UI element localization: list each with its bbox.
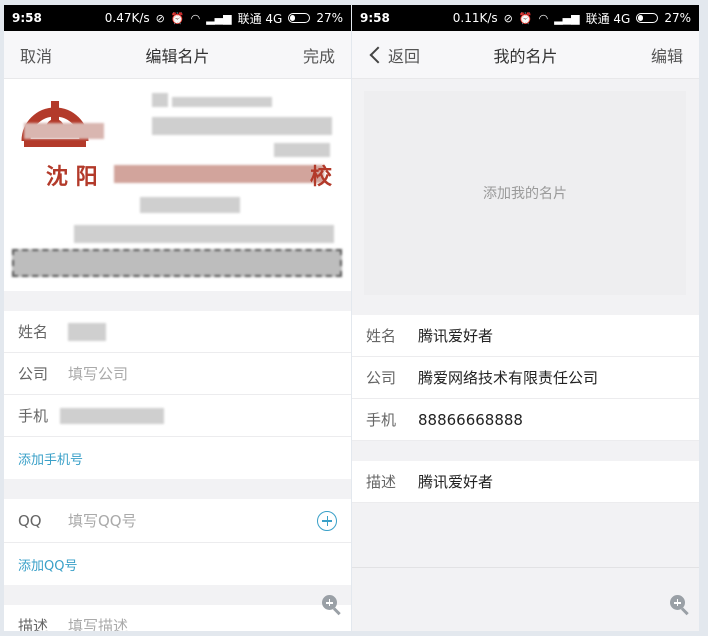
- carrier: 联通 4G: [237, 11, 283, 26]
- network-speed: 0.47K/s: [104, 11, 150, 25]
- description-input[interactable]: 填写描述: [68, 615, 128, 631]
- divider: [4, 479, 351, 499]
- divider: [352, 567, 699, 568]
- phone-value[interactable]: 88866668888: [418, 411, 523, 429]
- carrier: 联通 4G: [585, 11, 631, 26]
- battery-icon: [636, 13, 659, 23]
- add-card-label: 添加我的名片: [483, 186, 567, 202]
- network-speed: 0.11K/s: [452, 11, 498, 25]
- name-label: 姓名: [18, 323, 49, 341]
- qq-row[interactable]: QQ 填写QQ号: [4, 499, 351, 543]
- description-label: 描述: [366, 473, 397, 491]
- wifi-icon: ◠: [190, 11, 201, 25]
- add-qq-plus-icon[interactable]: [317, 510, 337, 531]
- done-button[interactable]: 完成: [303, 43, 335, 67]
- add-qq-link[interactable]: 添加QQ号: [4, 543, 351, 585]
- wifi-icon: ◠: [538, 11, 549, 25]
- name-row[interactable]: 姓名: [4, 311, 351, 353]
- my-card-screen: 9:58 0.11K/s ⊘ ⏰ ◠ ▂▄▆ 联通 4G 27% 返回 我的名片…: [352, 5, 699, 631]
- phone-value-redacted[interactable]: [60, 407, 164, 424]
- name-row: 姓名 腾讯爱好者: [352, 315, 699, 357]
- company-input[interactable]: 填写公司: [68, 363, 128, 384]
- battery-level: 27%: [316, 11, 343, 25]
- qq-label: QQ: [18, 511, 42, 530]
- qq-input[interactable]: 填写QQ号: [68, 510, 137, 531]
- company-label: 公司: [366, 369, 397, 387]
- add-phone-link[interactable]: 添加手机号: [4, 437, 351, 479]
- business-card-image[interactable]: 沈 阳 校: [4, 79, 351, 291]
- chevron-left-icon: [369, 46, 387, 63]
- cancel-button[interactable]: 取消: [20, 43, 52, 67]
- phone-row: 手机 88866668888: [352, 399, 699, 441]
- edit-form: 姓名 公司 填写公司 手机 添加手机号 QQ 填写QQ号 添加QQ号 描述 填写…: [4, 291, 351, 631]
- signal-icon: ▂▄▆: [554, 11, 580, 25]
- status-bar: 9:58 0.11K/s ⊘ ⏰ ◠ ▂▄▆ 联通 4G 27%: [352, 5, 699, 31]
- back-label: 返回: [388, 46, 421, 66]
- status-time: 9:58: [360, 11, 390, 25]
- company-label: 公司: [18, 365, 49, 383]
- screenshot-frame: 9:58 0.47K/s ⊘ ⏰ ◠ ▂▄▆ 联通 4G 27% 取消 编辑名片…: [0, 0, 708, 636]
- mute-icon: ⊘: [155, 11, 165, 25]
- phone-row[interactable]: 手机: [4, 395, 351, 437]
- page-title: 编辑名片: [145, 46, 210, 66]
- name-label: 姓名: [366, 327, 397, 345]
- card-city-text: 沈 阳: [46, 164, 98, 190]
- name-value-redacted[interactable]: [68, 322, 106, 341]
- zoom-in-icon[interactable]: [670, 595, 690, 616]
- zoom-in-icon[interactable]: [322, 595, 342, 616]
- mute-icon: ⊘: [503, 11, 513, 25]
- company-row: 公司 腾爱网络技术有限责任公司: [352, 357, 699, 399]
- company-row[interactable]: 公司 填写公司: [4, 353, 351, 395]
- description-label: 描述: [18, 617, 49, 631]
- nav-bar: 返回 我的名片 编辑: [352, 31, 699, 79]
- status-bar: 9:58 0.47K/s ⊘ ⏰ ◠ ▂▄▆ 联通 4G 27%: [4, 5, 351, 31]
- description-value: 腾讯爱好者: [418, 473, 494, 491]
- description-row[interactable]: 描述 填写描述: [4, 605, 351, 631]
- description-row: 描述 腾讯爱好者: [352, 461, 699, 503]
- name-value: 腾讯爱好者: [418, 327, 494, 345]
- edit-card-screen: 9:58 0.47K/s ⊘ ⏰ ◠ ▂▄▆ 联通 4G 27% 取消 编辑名片…: [4, 5, 351, 631]
- company-value: 腾爱网络技术有限责任公司: [418, 369, 599, 387]
- card-last-char: 校: [310, 164, 333, 190]
- nav-bar: 取消 编辑名片 完成: [4, 31, 351, 79]
- status-time: 9:58: [12, 11, 42, 25]
- divider: [352, 441, 699, 461]
- divider: [4, 585, 351, 605]
- alarm-icon: ⏰: [518, 11, 533, 25]
- phone-label: 手机: [366, 411, 397, 429]
- add-card-placeholder[interactable]: 添加我的名片: [364, 91, 686, 295]
- card-details: 姓名 腾讯爱好者 公司 腾爱网络技术有限责任公司 手机 88866668888 …: [352, 315, 699, 503]
- battery-level: 27%: [664, 11, 691, 25]
- alarm-icon: ⏰: [170, 11, 185, 25]
- signal-icon: ▂▄▆: [206, 11, 232, 25]
- divider: [4, 291, 351, 311]
- back-button[interactable]: 返回: [368, 43, 420, 67]
- battery-icon: [288, 13, 311, 23]
- edit-button[interactable]: 编辑: [651, 43, 683, 67]
